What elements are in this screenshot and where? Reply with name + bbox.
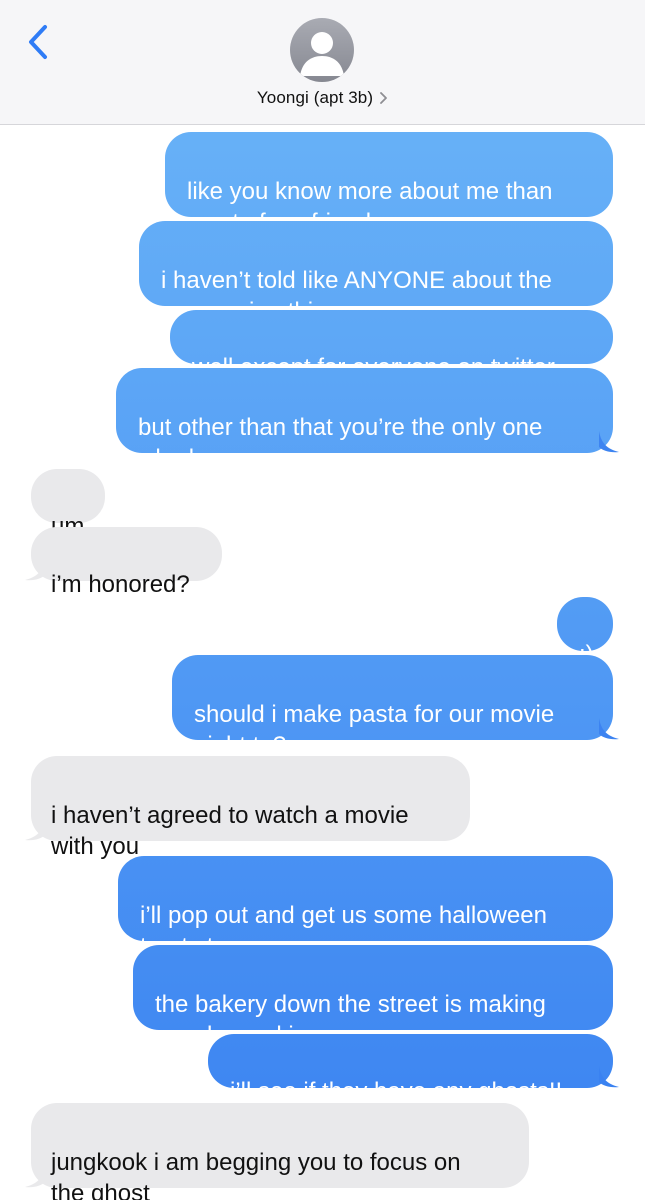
bubble-tail [599,718,619,740]
message-bubble-received[interactable]: i haven’t agreed to watch a movie with y… [25,756,470,860]
message-thread[interactable]: like you know more about me than most of… [0,125,645,1200]
message-bubble-sent[interactable]: like you know more about me than most of… [165,132,613,236]
chevron-right-icon [379,91,388,105]
bubble-tail [25,1166,45,1188]
message-bubble-sent[interactable]: the bakery down the street is making spo… [133,945,613,1049]
message-bubble-sent[interactable]: i’ll see if they have any ghosts!! [208,1034,619,1105]
message-bubble-sent[interactable]: :) [557,597,613,668]
contact-name: Yoongi (apt 3b) [256,88,374,107]
message-bubble-sent[interactable]: well except for everyone on twitter [170,310,613,381]
message-text: jungkook i am begging you to focus on th… [51,1149,461,1200]
message-text: but other than that you’re the only one … [138,414,543,472]
avatar[interactable] [290,18,354,82]
message-bubble-received[interactable]: jungkook i am begging you to focus on th… [25,1103,529,1200]
message-text: should i make pasta for our movie night … [194,701,555,759]
message-bubble-sent[interactable]: but other than that you’re the only one … [116,368,619,472]
message-bubble-sent[interactable]: i’ll pop out and get us some halloween t… [118,856,613,960]
bubble-tail [25,559,45,581]
message-text: i’ll see if they have any ghosts!! [230,1078,563,1105]
bubble-tail [25,819,45,841]
conversation-header: Yoongi (apt 3b) [0,0,645,125]
message-text: i’m honored? [51,571,190,598]
chevron-left-icon [29,25,47,59]
bubble-tail [599,431,619,453]
message-bubble-sent[interactable]: i haven’t told like ANYONE about the pos… [139,221,613,325]
messages-screen: Yoongi (apt 3b) like you know more about… [0,0,645,1200]
contact-name-button[interactable]: Yoongi (apt 3b) [0,86,645,110]
bubble-tail [599,1066,619,1088]
person-silhouette-icon [300,32,344,76]
back-button[interactable] [18,20,58,64]
message-bubble-received[interactable]: um [31,469,105,540]
message-bubble-received[interactable]: i’m honored? [25,527,222,598]
message-bubble-sent[interactable]: should i make pasta for our movie night … [172,655,619,759]
message-text: i haven’t agreed to watch a movie with y… [51,802,409,860]
